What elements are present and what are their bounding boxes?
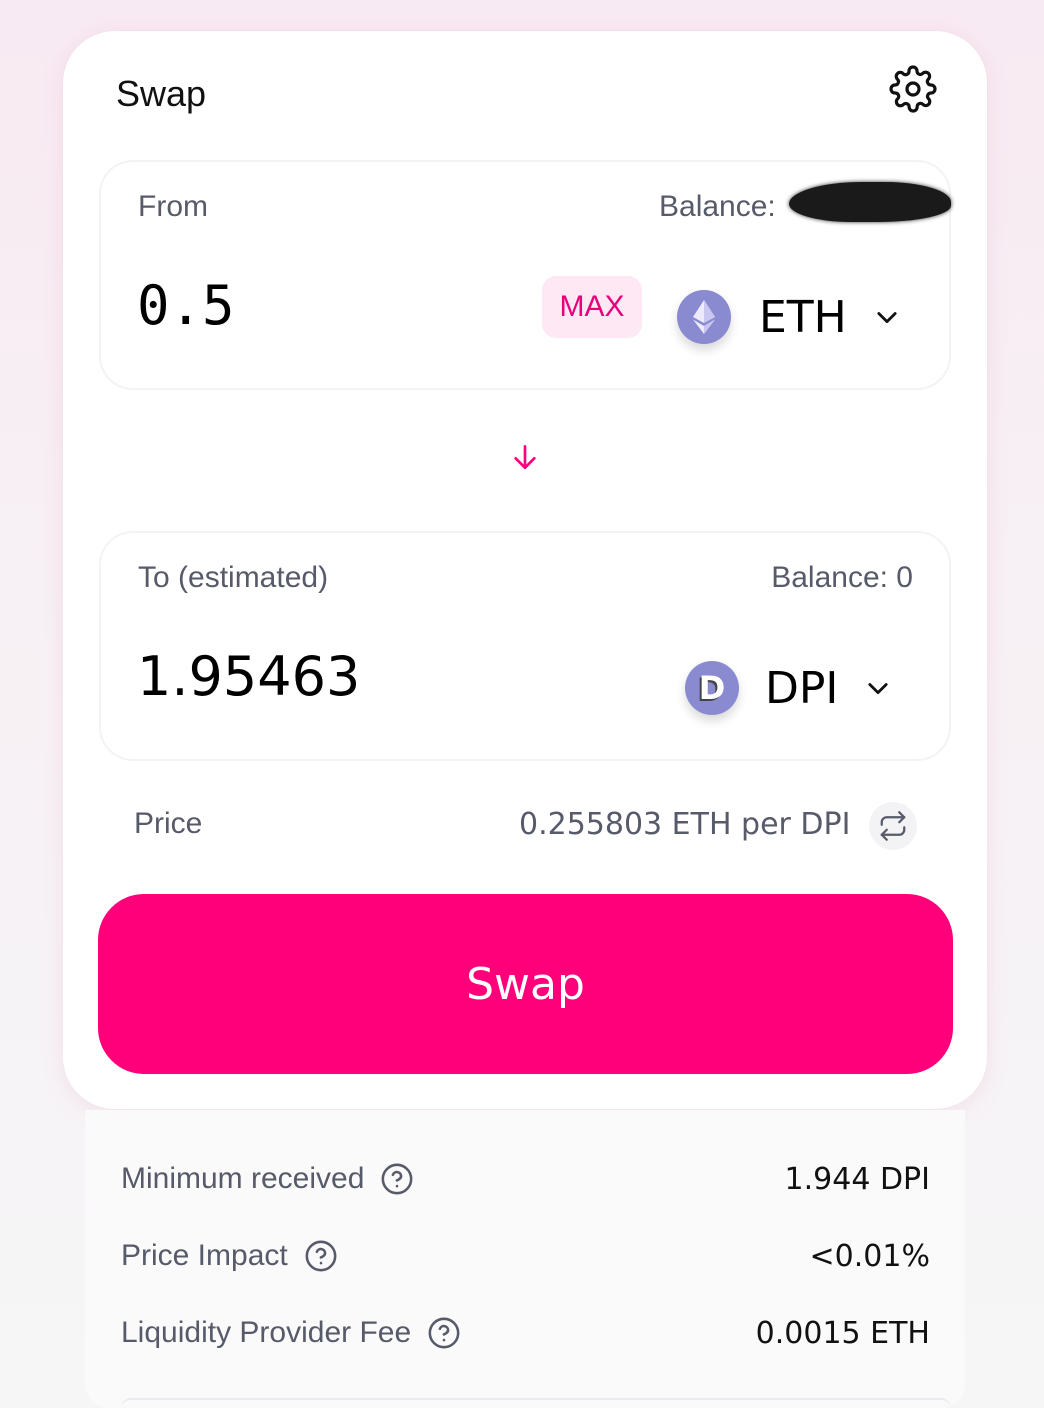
detail-row: Liquidity Provider Fee 0.0015 ETH: [121, 1316, 930, 1362]
balance-redaction: [789, 182, 951, 222]
minimum-received-value: 1.944 DPI: [784, 1162, 930, 1197]
price-label: Price: [134, 807, 203, 840]
price-impact-label: Price Impact: [121, 1239, 288, 1272]
swap-button[interactable]: Swap: [98, 894, 953, 1074]
liquidity-provider-fee-value: 0.0015 ETH: [755, 1316, 930, 1351]
chevron-down-icon: [877, 312, 897, 324]
liquidity-provider-fee-label: Liquidity Provider Fee: [121, 1316, 412, 1349]
arrow-down-icon[interactable]: [509, 441, 541, 473]
question-icon[interactable]: [304, 1239, 338, 1273]
max-button[interactable]: MAX: [542, 276, 642, 338]
chevron-down-icon: [868, 683, 888, 695]
from-token-name: ETH: [759, 291, 847, 343]
swap-rate-button[interactable]: [869, 802, 917, 850]
dpi-icon-letter: D: [698, 669, 726, 707]
detail-row: Minimum received 1.944 DPI: [121, 1162, 930, 1208]
detail-row-label: Minimum received: [121, 1162, 414, 1196]
from-token-selector[interactable]: ETH: [677, 282, 901, 352]
card-title: Swap: [116, 73, 207, 114]
to-token-selector[interactable]: D DPI: [685, 653, 892, 723]
detail-row-label: Price Impact: [121, 1239, 338, 1273]
to-panel: To (estimated) Balance: 0 1.95463 D DPI: [99, 531, 951, 761]
swap-card: Swap From Balance: 0.5 MAX ETH To (estim…: [63, 31, 987, 1109]
to-amount-input[interactable]: 1.95463: [137, 645, 360, 708]
to-balance-label: Balance: 0: [771, 561, 913, 594]
eth-icon: [677, 290, 731, 344]
from-label: From: [138, 190, 208, 223]
gear-icon[interactable]: [889, 65, 937, 113]
details-divider: [121, 1398, 951, 1408]
minimum-received-label: Minimum received: [121, 1162, 365, 1195]
from-panel: From Balance: 0.5 MAX ETH: [99, 160, 951, 390]
trade-details: Minimum received 1.944 DPI Price Impact …: [85, 1110, 965, 1408]
question-icon[interactable]: [427, 1316, 461, 1350]
swap-rate-icon: [880, 811, 906, 841]
question-icon[interactable]: [380, 1162, 414, 1196]
dpi-icon: D: [685, 661, 739, 715]
detail-row-label: Liquidity Provider Fee: [121, 1316, 461, 1350]
to-token-name: DPI: [765, 662, 839, 714]
price-impact-value: <0.01%: [809, 1239, 930, 1274]
detail-row: Price Impact <0.01%: [121, 1239, 930, 1285]
price-value: 0.255803 ETH per DPI: [519, 807, 851, 842]
from-balance-label: Balance:: [659, 190, 776, 223]
from-amount-input[interactable]: 0.5: [137, 274, 235, 337]
to-label: To (estimated): [138, 561, 329, 594]
